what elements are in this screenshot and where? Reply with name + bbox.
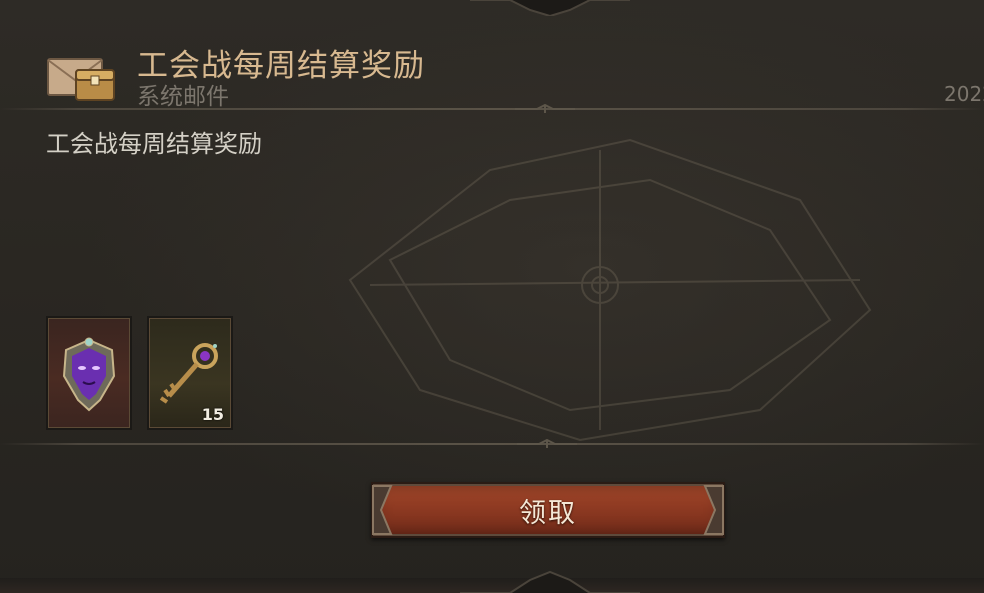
- attachment-slot[interactable]: [46, 316, 132, 430]
- mail-detail-panel: 工会战每周结算奖励 系统邮件 2022 工会战每周结算奖励 15: [0, 0, 984, 593]
- mail-sender: 系统邮件: [137, 84, 229, 110]
- purple-mask-icon: [62, 337, 116, 412]
- attachments-divider: [0, 443, 984, 445]
- divider-ornament: [515, 104, 575, 113]
- key-icon: [159, 343, 218, 404]
- envelope-chest-icon: [47, 58, 115, 101]
- mail-date: 2022: [944, 82, 984, 106]
- map-watermark: [348, 138, 872, 442]
- mail-body: 工会战每周结算奖励: [46, 130, 262, 158]
- divider-ornament: [517, 439, 577, 448]
- bottom-ornament: [460, 570, 640, 593]
- top-ornament: [470, 0, 630, 16]
- attachment-quantity: 15: [201, 405, 224, 424]
- header-divider: [0, 108, 984, 110]
- claim-button-label: 领取: [519, 497, 577, 529]
- claim-button[interactable]: 领取: [371, 482, 725, 538]
- attachment-slot[interactable]: 15: [147, 316, 233, 430]
